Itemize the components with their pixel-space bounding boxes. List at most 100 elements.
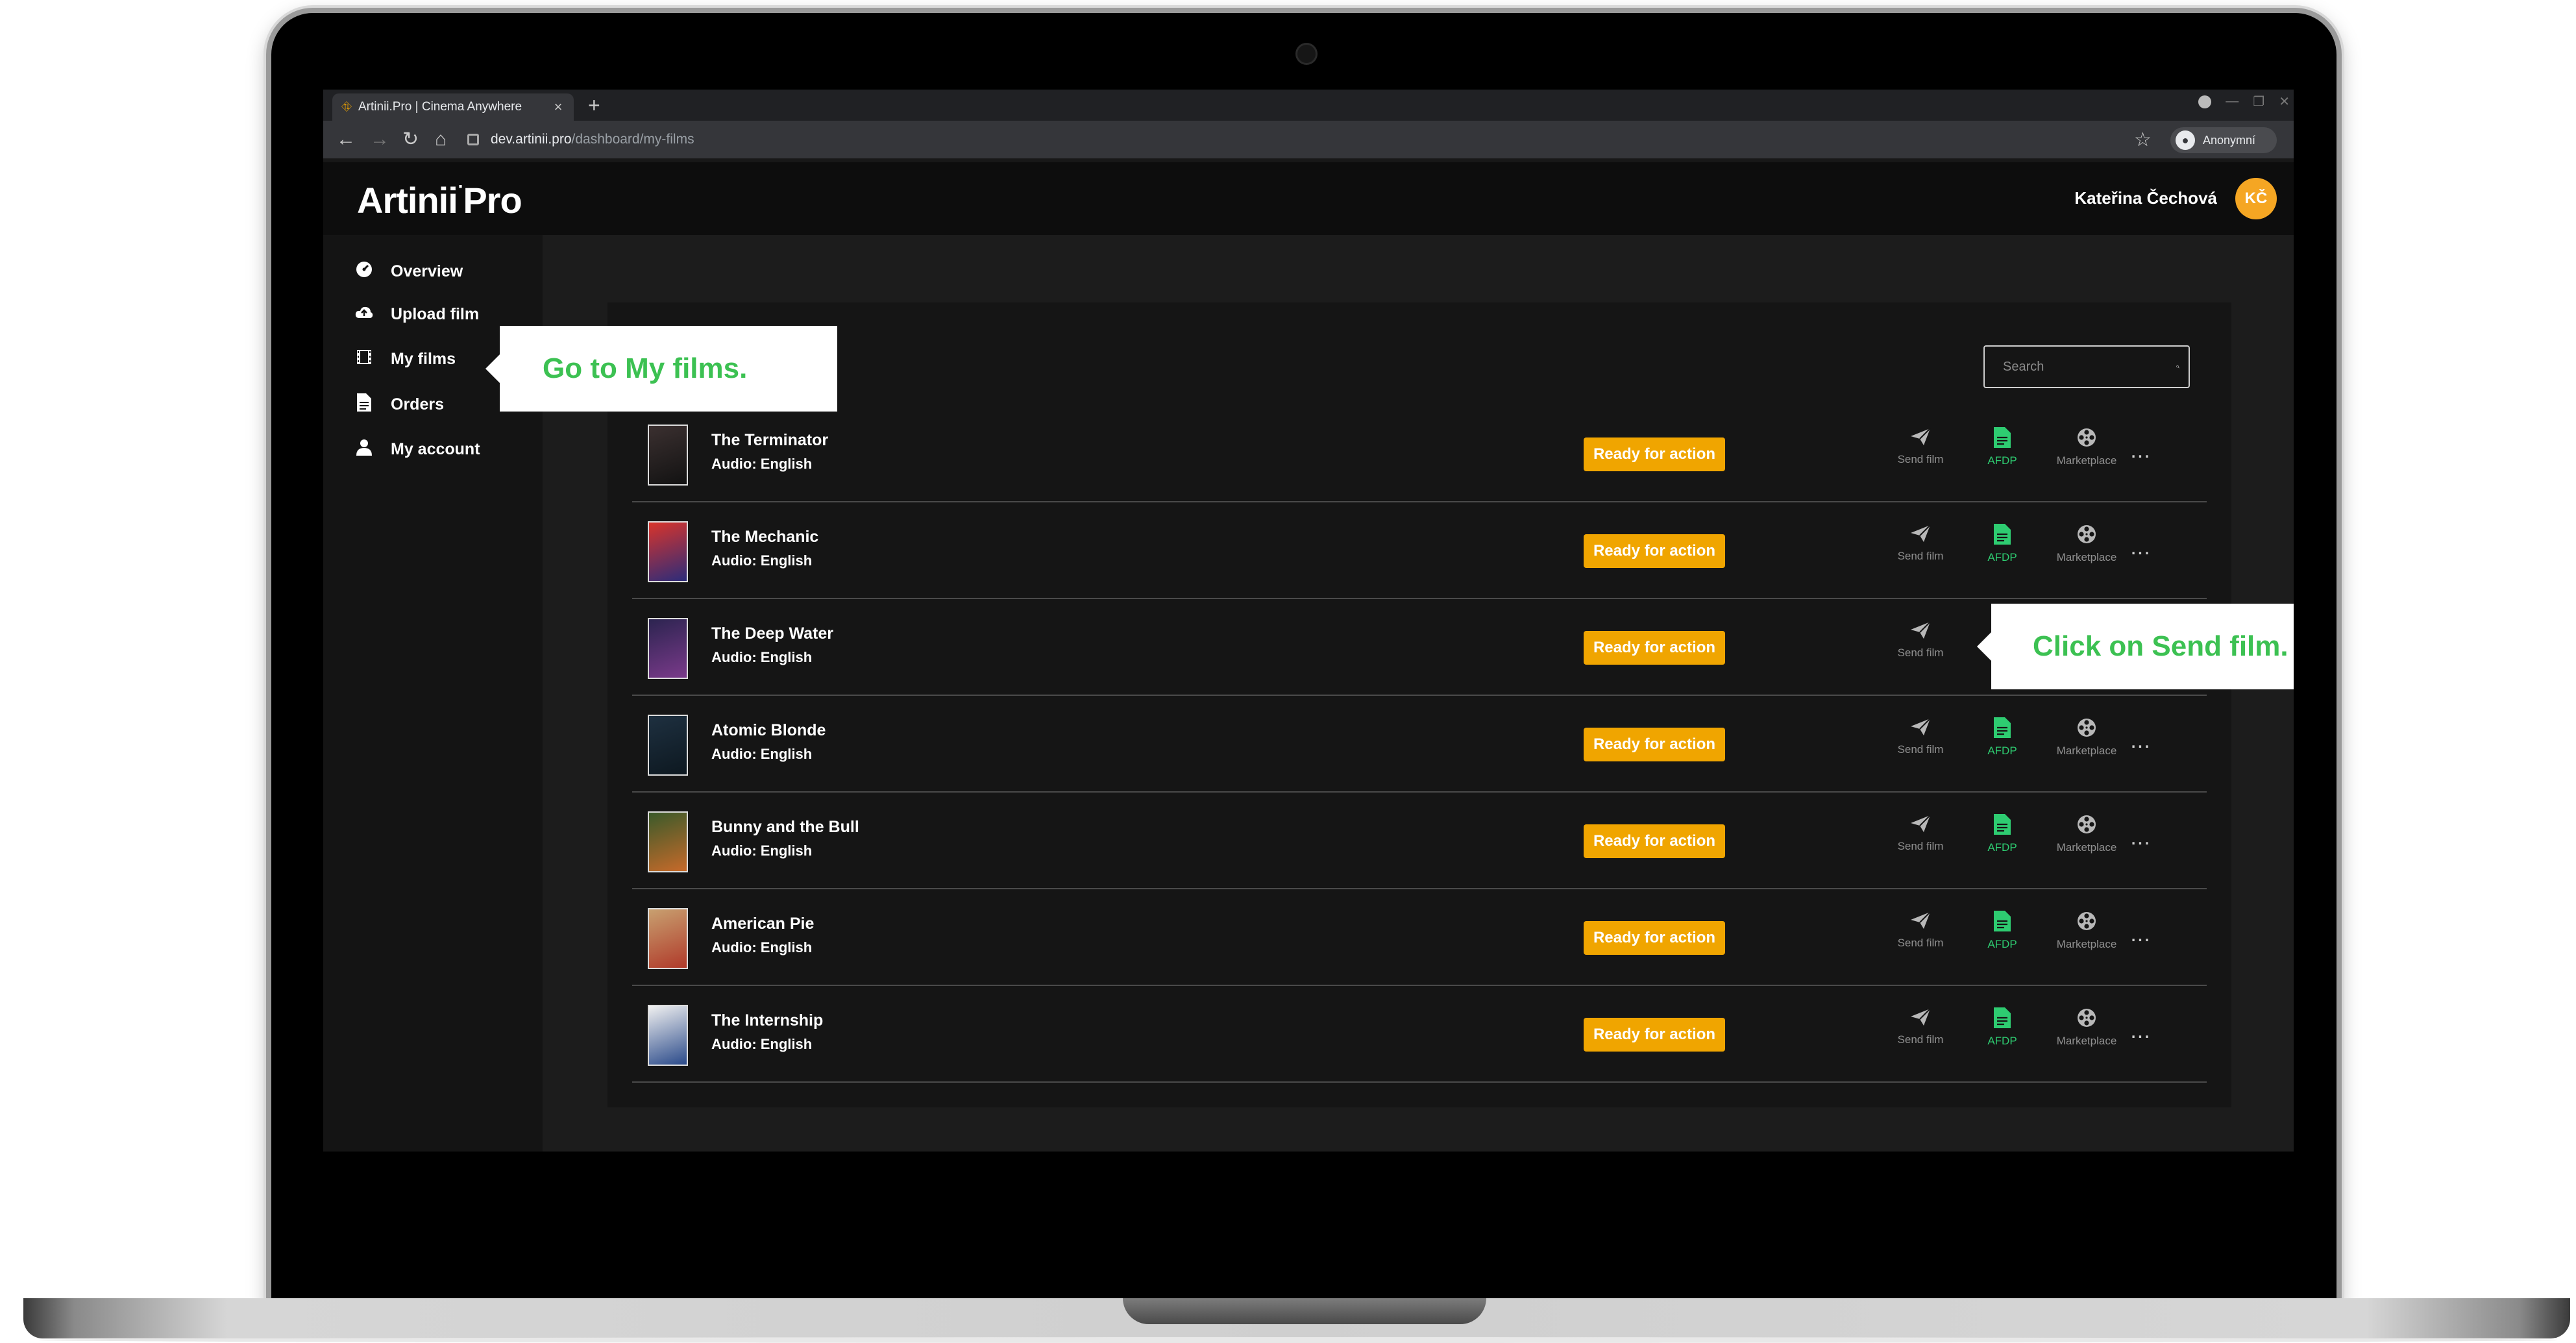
sidebar-item-label: Overview (391, 262, 463, 280)
marketplace-button[interactable]: Marketplace (2051, 1007, 2122, 1048)
film-title[interactable]: Bunny and the Bull (711, 818, 859, 837)
afdp-label: AFDP (1987, 745, 2017, 757)
send-film-button[interactable]: Send film (1885, 621, 1956, 659)
document-icon (1967, 1007, 2038, 1028)
send-icon (1885, 427, 1956, 447)
marketplace-button[interactable]: Marketplace (2051, 524, 2122, 564)
send-film-button[interactable]: Send film (1885, 1007, 1956, 1046)
user-name[interactable]: Kateřina Čechová (2074, 188, 2217, 208)
browser-tab[interactable]: ⛗ Artinii.Pro | Cinema Anywhere × (332, 93, 574, 121)
afdp-label: AFDP (1987, 841, 2017, 854)
send-film-button[interactable]: Send film (1885, 524, 1956, 563)
film-title[interactable]: Atomic Blonde (711, 721, 826, 740)
film-row[interactable]: The Terminator Audio: English Ready for ac… (632, 406, 2207, 502)
send-film-button[interactable]: Send film (1885, 911, 1956, 950)
send-film-label: Send film (1897, 937, 1944, 949)
film-poster[interactable] (648, 521, 688, 582)
film-row[interactable]: The Internship Audio: English Ready for ac… (632, 987, 2207, 1083)
reload-icon[interactable]: ↻ (402, 129, 419, 151)
laptop-shadow (39, 1337, 2557, 1343)
artinii-pro-logo[interactable]: Artinii⋅Pro (357, 177, 522, 221)
film-title[interactable]: The Deep Water (711, 624, 833, 643)
film-poster[interactable] (648, 425, 688, 486)
address-bar[interactable]: dev.artinii.pro /dashboard/my-films (467, 125, 2135, 154)
film-title[interactable]: American Pie (711, 915, 814, 933)
film-row[interactable]: Bunny and the Bull Audio: English Ready fo… (632, 793, 2207, 889)
sidebar-item-upload-film[interactable]: Upload film (354, 305, 479, 324)
record-icon[interactable] (2198, 95, 2212, 108)
send-icon (1885, 717, 1956, 737)
send-icon (1885, 524, 1956, 543)
profile-button[interactable]: ● Anonymní (2170, 127, 2277, 153)
status-badge: Ready for action (1584, 437, 1725, 471)
new-tab-button[interactable]: + (588, 93, 600, 117)
film-row[interactable]: The Mechanic Audio: English Ready for acti… (632, 503, 2207, 599)
film-row[interactable]: Atomic Blonde Audio: English Ready for act… (632, 696, 2207, 793)
afdp-button[interactable]: AFDP (1967, 427, 2038, 467)
back-arrow-icon[interactable]: ← (336, 129, 356, 151)
sidebar-item-label: My account (391, 440, 480, 458)
sidebar-item-overview[interactable]: Overview (354, 261, 463, 282)
send-film-button[interactable]: Send film (1885, 427, 1956, 466)
film-audio: Audio: English (711, 456, 813, 472)
film-poster[interactable] (648, 618, 688, 679)
document-icon (1967, 911, 2038, 931)
sidebar-item-orders[interactable]: Orders (354, 393, 444, 416)
afdp-button[interactable]: AFDP (1967, 717, 2038, 758)
more-options-button[interactable]: ... (2128, 1020, 2153, 1042)
search-icon[interactable] (2176, 353, 2179, 380)
sidebar-item-my-account[interactable]: My account (354, 439, 480, 460)
document-icon (1967, 717, 2038, 738)
search-box[interactable] (1983, 345, 2190, 388)
film-reel-icon (2051, 427, 2122, 448)
send-film-button[interactable]: Send film (1885, 814, 1956, 853)
marketplace-button[interactable]: Marketplace (2051, 814, 2122, 854)
film-poster[interactable] (648, 908, 688, 969)
user-avatar[interactable]: KČ (2235, 178, 2277, 219)
home-icon[interactable]: ⌂ (435, 129, 447, 151)
afdp-label: AFDP (1987, 551, 2017, 563)
afdp-button[interactable]: AFDP (1967, 911, 2038, 951)
search-input[interactable] (2002, 358, 2176, 375)
afdp-button[interactable]: AFDP (1967, 814, 2038, 854)
status-badge: Ready for action (1584, 1018, 1725, 1052)
window-controls: — ❐ ✕ (2198, 93, 2290, 110)
more-options-button[interactable]: ... (2128, 826, 2153, 848)
film-audio: Audio: English (711, 843, 813, 859)
send-film-label: Send film (1897, 743, 1944, 756)
more-options-button[interactable]: ... (2128, 536, 2153, 558)
film-reel-icon (2051, 814, 2122, 835)
tab-close-button[interactable]: × (552, 99, 565, 116)
more-options-button[interactable]: ... (2128, 439, 2153, 462)
film-poster[interactable] (648, 811, 688, 872)
close-window-icon[interactable]: ✕ (2279, 93, 2290, 110)
afdp-button[interactable]: AFDP (1967, 524, 2038, 564)
film-title[interactable]: The Internship (711, 1011, 823, 1030)
send-film-button[interactable]: Send film (1885, 717, 1956, 756)
film-audio: Audio: English (711, 649, 813, 665)
film-poster[interactable] (648, 1005, 688, 1066)
forward-arrow-icon[interactable]: → (370, 129, 389, 151)
marketplace-button[interactable]: Marketplace (2051, 717, 2122, 758)
send-film-label: Send film (1897, 453, 1944, 465)
sidebar-item-my-films[interactable]: My films (354, 349, 456, 369)
more-options-button[interactable]: ... (2128, 730, 2153, 752)
marketplace-label: Marketplace (2056, 745, 2117, 757)
film-title[interactable]: The Mechanic (711, 528, 818, 547)
marketplace-label: Marketplace (2056, 551, 2117, 563)
film-row[interactable]: The Deep Water Audio: English Ready for ac… (632, 600, 2207, 696)
film-row[interactable]: American Pie Audio: English Ready for acti… (632, 890, 2207, 986)
film-title[interactable]: The Terminator (711, 431, 828, 450)
sidebar-item-label: Orders (391, 395, 444, 413)
film-audio: Audio: English (711, 1036, 813, 1052)
minimize-icon[interactable]: — (2226, 94, 2239, 109)
maximize-icon[interactable]: ❐ (2253, 93, 2264, 110)
afdp-button[interactable]: AFDP (1967, 1007, 2038, 1048)
document-icon (1967, 427, 2038, 448)
film-poster[interactable] (648, 715, 688, 776)
more-options-button[interactable]: ... (2128, 923, 2153, 945)
afdp-label: AFDP (1987, 1035, 2017, 1047)
marketplace-button[interactable]: Marketplace (2051, 427, 2122, 467)
bookmark-star-icon[interactable]: ☆ (2134, 129, 2152, 151)
marketplace-button[interactable]: Marketplace (2051, 911, 2122, 951)
